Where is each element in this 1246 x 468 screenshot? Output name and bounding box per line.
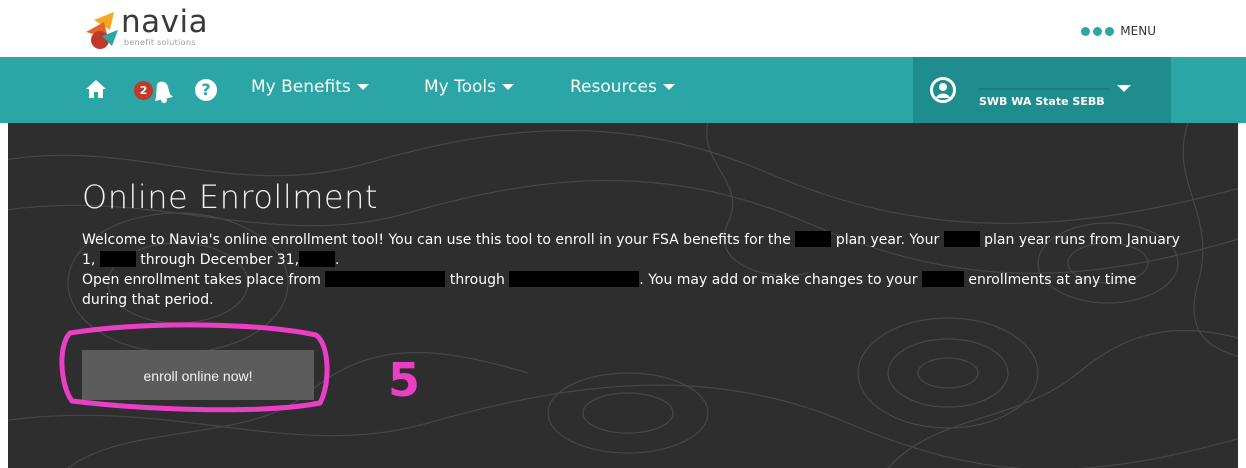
redacted-text — [509, 271, 640, 287]
top-header: navia benefit solutions MENU — [0, 0, 1246, 57]
intro-text-part: plan year. Your — [835, 232, 940, 248]
intro-text-part: Welcome to Navia's online enrollment too… — [82, 232, 791, 248]
intro-text: Welcome to Navia's online enrollment too… — [82, 230, 1182, 310]
redacted-text — [921, 271, 964, 287]
user-org: SWB WA State SEBB — [979, 95, 1105, 108]
intro-text-part: . You may add or make changes to your — [639, 272, 918, 288]
caret-down-icon — [1117, 85, 1131, 92]
brand-tagline: benefit solutions — [124, 38, 196, 47]
redacted-text — [299, 251, 336, 267]
redacted-text — [795, 231, 832, 247]
menu-label: MENU — [1120, 24, 1156, 38]
main-nav: 2 ? My Benefits My Tools Resources SWB W… — [0, 57, 1246, 123]
navia-logo[interactable]: navia benefit solutions — [84, 4, 214, 50]
nav-my-tools-label: My Tools — [424, 77, 497, 97]
bell-icon — [155, 81, 173, 103]
user-name-redacted — [979, 70, 1109, 90]
user-avatar-icon — [930, 77, 956, 103]
intro-text-part: . — [335, 252, 340, 268]
page-title: Online Enrollment — [82, 178, 378, 216]
caret-down-icon — [662, 84, 675, 90]
intro-text-part: through — [449, 272, 505, 288]
brand-name: navia — [121, 4, 209, 40]
nav-my-benefits[interactable]: My Benefits — [251, 77, 369, 97]
redacted-text — [99, 251, 136, 267]
annotation-number: 5 — [388, 353, 421, 407]
intro-text-part: through December 31, — [140, 252, 300, 268]
hero-section: Online Enrollment Welcome to Navia's onl… — [8, 123, 1238, 468]
redacted-text — [943, 231, 980, 247]
caret-down-icon — [356, 84, 369, 90]
dots-icon — [1081, 26, 1115, 36]
menu-button[interactable]: MENU — [1081, 24, 1156, 38]
enroll-online-button[interactable]: enroll online now! — [82, 350, 314, 400]
intro-text-part: Open enrollment takes place from — [82, 272, 321, 288]
caret-down-icon — [502, 84, 515, 90]
logo-mark-icon — [86, 12, 118, 49]
help-icon[interactable]: ? — [195, 79, 217, 101]
nav-resources-label: Resources — [570, 77, 657, 97]
nav-my-benefits-label: My Benefits — [251, 77, 351, 97]
nav-my-tools[interactable]: My Tools — [424, 77, 515, 97]
notifications-button[interactable]: 2 — [134, 79, 174, 103]
user-menu[interactable]: SWB WA State SEBB — [913, 57, 1171, 123]
home-icon[interactable] — [85, 79, 107, 99]
nav-resources[interactable]: Resources — [570, 77, 675, 97]
redacted-text — [325, 271, 446, 287]
